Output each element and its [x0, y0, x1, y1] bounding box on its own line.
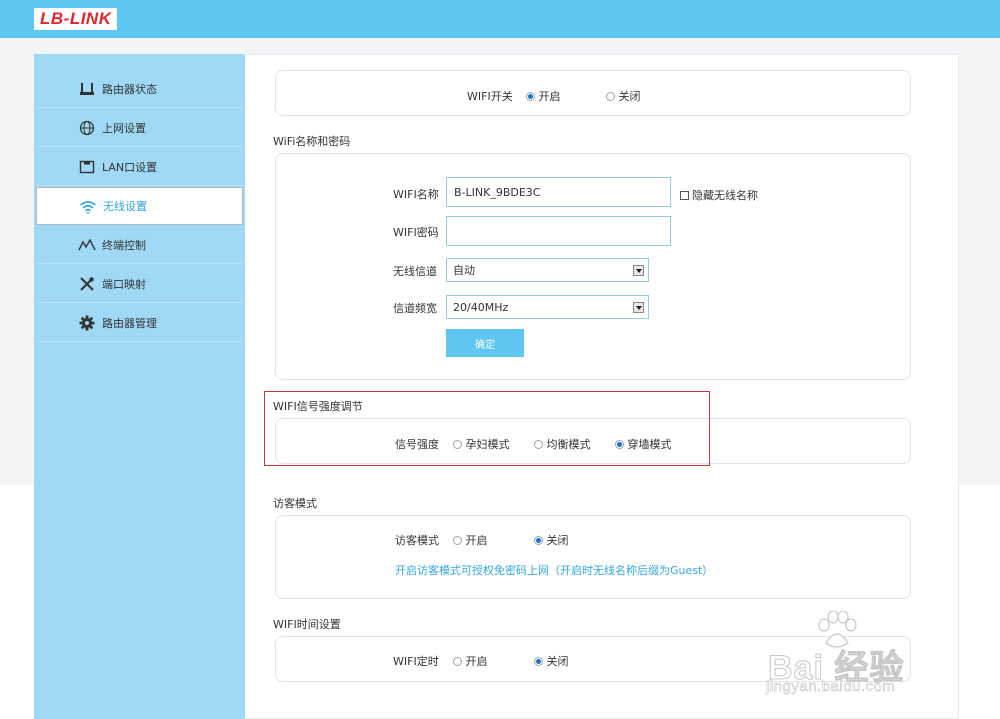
sidebar-item-label: 上网设置	[102, 121, 146, 135]
sidebar-item-label: 终端控制	[102, 238, 146, 252]
gear-icon	[78, 314, 96, 332]
wifi-name-input[interactable]: B-LINK_9BDE3C	[446, 177, 671, 207]
radio-label: 关闭	[546, 534, 569, 547]
checkbox-label: 隐藏无线名称	[692, 189, 758, 202]
sidebar-item-terminal-control[interactable]: 终端控制	[36, 226, 243, 264]
channel-label: 无线信道	[393, 265, 437, 278]
sidebar-item-label: 无线设置	[103, 200, 147, 213]
watermark-url: jingyan.baidu.com	[766, 678, 896, 696]
sidebar-item-router-management[interactable]: 路由器管理	[36, 304, 243, 342]
checkbox[interactable]	[680, 191, 689, 200]
dropdown-arrow-icon[interactable]	[633, 265, 644, 276]
dropdown-arrow-icon[interactable]	[633, 302, 644, 313]
sidebar-item-label: 端口映射	[102, 277, 146, 291]
sidebar-item-label: LAN口设置	[102, 160, 158, 174]
wifi-timer-label: WIFI定时	[393, 655, 439, 668]
timer-section-title: WIFI时间设置	[273, 618, 341, 631]
radio-label: 开启	[538, 90, 561, 103]
lb-link-logo: LB-LINK	[34, 8, 118, 30]
sidebar: 路由器状态 上网设置 LAN口设置 无线设置 终端控制 端口映射 路由器管理	[34, 54, 245, 719]
top-header-bar: LB-LINK	[0, 0, 1000, 38]
sidebar-item-wireless[interactable]: 无线设置	[36, 187, 243, 225]
guest-panel	[275, 515, 911, 599]
guest-section-title: 访客模式	[273, 497, 317, 510]
globe-icon	[78, 119, 96, 137]
baidu-watermark: Bai 经验 jingyan.baidu.com	[764, 606, 949, 701]
tools-icon	[78, 275, 96, 293]
chart-line-icon	[78, 236, 96, 254]
wifi-name-section-title: WiFi名称和密码	[273, 135, 351, 148]
bandwidth-value: 20/40MHz	[453, 300, 509, 314]
wifi-switch-off-option[interactable]: 关闭	[606, 88, 641, 104]
sidebar-item-label: 路由器管理	[102, 316, 157, 330]
sidebar-item-router-status[interactable]: 路由器状态	[36, 70, 243, 108]
logo-text: LB-LINK	[40, 9, 112, 28]
bandwidth-select[interactable]: 20/40MHz	[446, 295, 649, 319]
guest-on-option[interactable]: 开启	[453, 532, 488, 548]
radio-label: 关闭	[618, 90, 641, 103]
channel-value: 自动	[453, 264, 475, 277]
guest-mode-label: 访客模式	[395, 534, 439, 547]
guest-off-option[interactable]: 关闭	[534, 532, 569, 548]
radio-button[interactable]	[534, 536, 543, 545]
radio-button[interactable]	[526, 92, 535, 101]
wifi-switch-panel	[275, 70, 911, 116]
guest-hint-text: 开启访客模式可授权免密码上网（开启时无线名称后缀为Guest）	[395, 564, 714, 577]
confirm-button[interactable]: 确定	[446, 329, 524, 357]
radio-button[interactable]	[534, 657, 543, 666]
timer-off-option[interactable]: 关闭	[534, 653, 569, 669]
wifi-switch-on-option[interactable]: 开启	[526, 88, 561, 104]
sidebar-item-lan[interactable]: LAN口设置	[36, 148, 243, 186]
wifi-name-label: WIFI名称	[393, 188, 439, 201]
wifi-switch-label: WIFI开关	[467, 90, 513, 103]
monitor-icon	[78, 158, 96, 176]
radio-label: 关闭	[546, 655, 569, 668]
hide-ssid-checkbox[interactable]: 隐藏无线名称	[680, 187, 758, 203]
radio-button[interactable]	[606, 92, 615, 101]
timer-on-option[interactable]: 开启	[453, 653, 488, 669]
wifi-icon	[79, 198, 97, 216]
sidebar-item-internet[interactable]: 上网设置	[36, 109, 243, 147]
radio-label: 开启	[465, 655, 488, 668]
radio-button[interactable]	[453, 657, 462, 666]
radio-label: 开启	[465, 534, 488, 547]
sidebar-item-port-mapping[interactable]: 端口映射	[36, 265, 243, 303]
router-status-icon	[78, 80, 96, 98]
radio-button[interactable]	[453, 536, 462, 545]
wifi-password-input[interactable]	[446, 216, 671, 246]
bandwidth-label: 信道频宽	[393, 302, 437, 315]
channel-select[interactable]: 自动	[446, 258, 649, 282]
sidebar-item-label: 路由器状态	[102, 82, 157, 96]
wifi-password-label: WIFI密码	[393, 226, 439, 239]
highlight-annotation-box	[264, 391, 710, 466]
